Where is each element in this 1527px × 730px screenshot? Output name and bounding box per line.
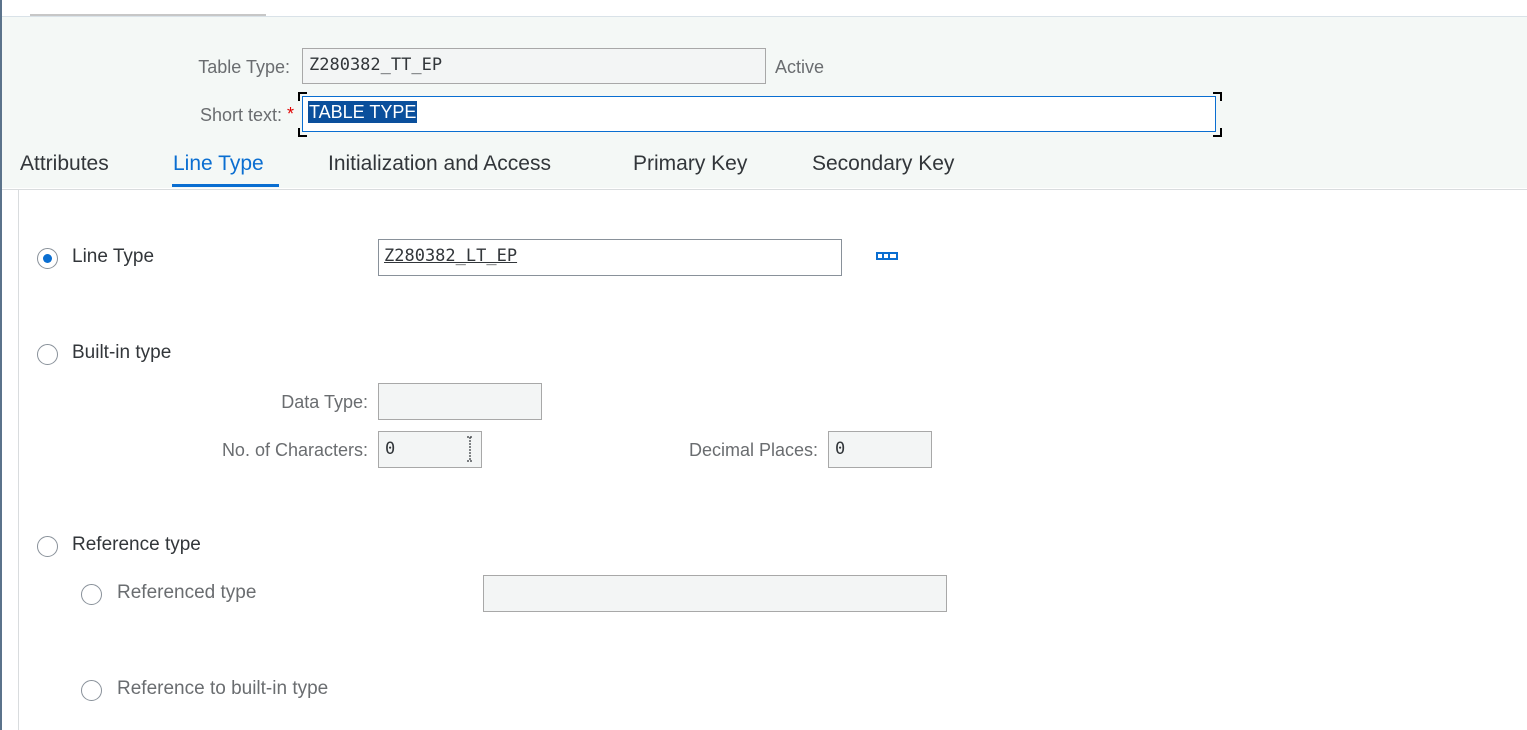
tab-initialization-access[interactable]: Initialization and Access — [328, 152, 551, 176]
tab-attributes[interactable]: Attributes — [20, 152, 109, 176]
active-tab-indicator — [172, 184, 279, 187]
tab-secondary-key[interactable]: Secondary Key — [812, 152, 954, 176]
tab-line-type[interactable]: Line Type — [173, 152, 264, 176]
focus-corner — [1213, 92, 1222, 101]
tab-primary-key[interactable]: Primary Key — [633, 152, 747, 176]
value-help-icon[interactable] — [876, 252, 898, 260]
status-text: Active — [775, 57, 825, 77]
referenced-type-field[interactable] — [483, 575, 947, 612]
decimal-places-field[interactable]: 0 — [828, 431, 932, 468]
short-text-label: Short text: — [199, 105, 282, 125]
data-type-field[interactable] — [378, 383, 542, 420]
builtin-type-radio[interactable] — [37, 344, 58, 365]
reference-builtin-radio[interactable] — [81, 680, 102, 701]
table-type-label: Table Type: — [198, 57, 290, 77]
referenced-type-label: Referenced type — [117, 582, 257, 603]
top-toolbar-item[interactable] — [30, 0, 266, 16]
reference-builtin-label: Reference to built-in type — [117, 678, 329, 699]
line-type-radio[interactable] — [37, 248, 58, 269]
text-cursor-icon — [467, 436, 473, 462]
short-text-input[interactable]: TABLE TYPE — [302, 96, 1216, 132]
referenced-type-radio[interactable] — [81, 584, 102, 605]
builtin-type-radio-label: Built-in type — [72, 342, 172, 363]
data-type-label: Data Type: — [281, 392, 368, 412]
no-of-characters-label: No. of Characters: — [221, 440, 368, 460]
table-type-field[interactable]: Z280382_TT_EP — [302, 48, 766, 84]
decimal-places-label: Decimal Places: — [688, 440, 818, 460]
reference-type-radio[interactable] — [37, 536, 58, 557]
line-type-input[interactable]: Z280382_LT_EP — [378, 239, 842, 276]
line-type-radio-label: Line Type — [72, 246, 155, 267]
focus-corner — [298, 92, 307, 101]
short-text-value: TABLE TYPE — [308, 101, 418, 123]
reference-type-radio-label: Reference type — [72, 534, 201, 555]
top-toolbar-strip — [2, 0, 1527, 17]
focus-corner — [1213, 128, 1222, 137]
required-marker: * — [287, 104, 295, 124]
focus-corner — [298, 128, 307, 137]
